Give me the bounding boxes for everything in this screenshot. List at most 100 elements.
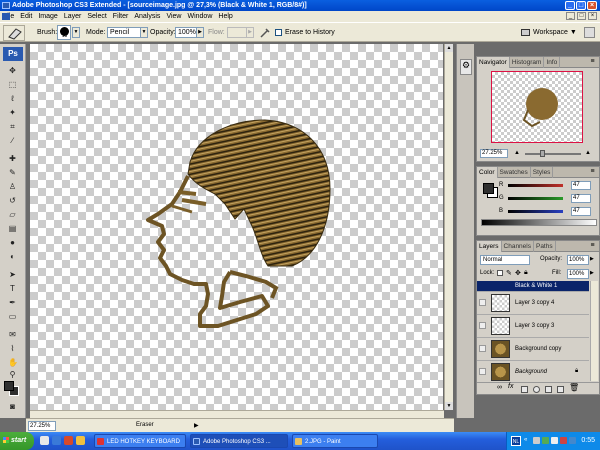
quicklaunch-ie-icon[interactable] bbox=[52, 436, 61, 445]
maximize-button[interactable]: □ bbox=[576, 1, 586, 10]
lock-transparency-icon[interactable] bbox=[497, 270, 503, 276]
color-spectrum-ramp[interactable] bbox=[481, 219, 597, 226]
menu-help[interactable]: Help bbox=[215, 11, 235, 22]
lock-all-icon[interactable]: 🔒︎ bbox=[524, 269, 528, 277]
layer-row-background-copy[interactable]: Background copy bbox=[477, 338, 589, 361]
layer-visibility-toggle[interactable] bbox=[479, 368, 486, 375]
vertical-scrollbar[interactable]: ▲ ▼ bbox=[444, 44, 453, 410]
gradient-tool-icon[interactable]: ▤ bbox=[8, 224, 17, 233]
panel-menu-icon[interactable]: ≡ bbox=[588, 242, 597, 251]
volume-tray-icon[interactable] bbox=[551, 437, 558, 444]
tab-histogram[interactable]: Histogram bbox=[510, 57, 545, 68]
tray-expand-icon[interactable]: « bbox=[524, 437, 527, 443]
adjustment-layer-icon[interactable] bbox=[533, 386, 540, 393]
menu-window[interactable]: Window bbox=[184, 11, 215, 22]
tab-paths[interactable]: Paths bbox=[534, 241, 556, 252]
brush-dropdown-arrow[interactable]: ▼ bbox=[72, 27, 80, 38]
mode-dropdown-arrow[interactable]: ▼ bbox=[140, 27, 148, 38]
minimize-button[interactable]: _ bbox=[565, 1, 575, 10]
menu-image[interactable]: Image bbox=[35, 11, 60, 22]
foreground-color-swatch[interactable] bbox=[4, 381, 14, 391]
dodge-tool-icon[interactable]: ◐ bbox=[8, 252, 17, 261]
tab-swatches[interactable]: Swatches bbox=[498, 167, 531, 178]
slice-tool-icon[interactable]: ∕ bbox=[8, 136, 17, 145]
horizontal-scrollbar[interactable] bbox=[30, 410, 444, 418]
history-brush-tool-icon[interactable]: ↺ bbox=[8, 196, 17, 205]
move-tool-icon[interactable]: ✥ bbox=[8, 66, 17, 75]
scroll-down-arrow[interactable]: ▼ bbox=[445, 402, 453, 410]
fill-input[interactable]: 100% bbox=[567, 269, 589, 279]
document-restore-button[interactable]: □ bbox=[577, 12, 586, 20]
menu-filter[interactable]: Filter bbox=[110, 11, 132, 22]
layer-row-layer-3-copy-3[interactable]: Layer 3 copy 3 bbox=[477, 315, 589, 338]
task-paint[interactable]: 2.JPG - Paint bbox=[292, 434, 378, 448]
menu-view[interactable]: View bbox=[163, 11, 184, 22]
fill-arrow[interactable]: ▶ bbox=[590, 270, 594, 276]
blend-mode-select[interactable]: Normal bbox=[480, 255, 530, 265]
tab-navigator[interactable]: Navigator bbox=[477, 57, 510, 68]
panel-menu-icon[interactable]: ≡ bbox=[588, 168, 597, 177]
color-foreground-swatch[interactable] bbox=[483, 183, 494, 194]
layer-row-background[interactable]: Background 🔒︎ bbox=[477, 361, 589, 381]
tab-channels[interactable]: Channels bbox=[502, 241, 534, 252]
document-canvas[interactable] bbox=[30, 44, 443, 410]
zoom-tool-icon[interactable]: ⚲ bbox=[8, 370, 17, 379]
layers-scrollbar[interactable] bbox=[590, 281, 598, 381]
tool-preset-picker[interactable] bbox=[3, 25, 25, 41]
zoom-out-icon[interactable]: ▲ bbox=[514, 150, 520, 156]
antivirus-tray-icon[interactable] bbox=[560, 437, 567, 444]
layer-opacity-arrow[interactable]: ▶ bbox=[590, 256, 594, 262]
green-slider[interactable] bbox=[508, 197, 563, 200]
path-selection-tool-icon[interactable]: ➤ bbox=[8, 270, 17, 279]
menu-select[interactable]: Select bbox=[84, 11, 109, 22]
layer-row-layer-3-copy-4[interactable]: Layer 3 copy 4 bbox=[477, 292, 589, 315]
new-layer-icon[interactable] bbox=[557, 386, 564, 393]
menu-analysis[interactable]: Analysis bbox=[131, 11, 163, 22]
zoom-level-input[interactable]: 27.25% bbox=[28, 421, 56, 431]
marquee-tool-icon[interactable]: ⬚ bbox=[8, 80, 17, 89]
notes-tool-icon[interactable]: ✉ bbox=[8, 330, 17, 339]
task-photoshop[interactable]: Adobe Photoshop CS3 ... bbox=[190, 434, 288, 448]
tab-styles[interactable]: Styles bbox=[531, 167, 554, 178]
quicklaunch-media-icon[interactable] bbox=[64, 436, 73, 445]
lasso-tool-icon[interactable]: ℓ bbox=[8, 94, 17, 103]
tab-info[interactable]: Info bbox=[544, 57, 561, 68]
language-indicator[interactable]: NL bbox=[511, 436, 521, 446]
layer-mask-icon[interactable] bbox=[521, 386, 528, 393]
shape-tool-icon[interactable]: ▭ bbox=[8, 312, 17, 321]
layer-row-black-white-1[interactable]: Black & White 1 bbox=[477, 281, 589, 292]
panel-menu-icon[interactable]: ≡ bbox=[588, 58, 597, 67]
start-button[interactable]: start bbox=[0, 432, 34, 450]
airbrush-icon[interactable] bbox=[259, 27, 271, 39]
magic-wand-tool-icon[interactable]: ✦ bbox=[8, 108, 17, 117]
layer-visibility-toggle[interactable] bbox=[479, 299, 486, 306]
navigator-preview[interactable] bbox=[491, 71, 583, 143]
security-tray-icon[interactable] bbox=[542, 437, 549, 444]
task-led-hotkey-keyboard[interactable]: LED HOTKEY KEYBOARD bbox=[94, 434, 186, 448]
clone-stamp-tool-icon[interactable]: ♙ bbox=[8, 182, 17, 191]
flow-input[interactable] bbox=[227, 27, 247, 38]
erase-to-history-checkbox[interactable] bbox=[275, 29, 282, 36]
opacity-input[interactable]: 100% bbox=[175, 27, 197, 38]
workspace-button[interactable]: Workspace ▼ bbox=[519, 26, 579, 39]
close-button[interactable]: × bbox=[587, 1, 597, 10]
flow-dropdown-arrow[interactable]: ▶ bbox=[246, 27, 254, 38]
navigator-zoom-slider[interactable] bbox=[525, 153, 581, 155]
layer-visibility-toggle[interactable] bbox=[479, 345, 486, 352]
red-value-input[interactable]: 47 bbox=[571, 181, 591, 190]
layer-style-icon[interactable]: fx bbox=[508, 383, 513, 390]
bluetooth-tray-icon[interactable] bbox=[569, 437, 576, 444]
hand-tool-icon[interactable]: ✋ bbox=[8, 358, 18, 367]
menu-edit[interactable]: Edit bbox=[17, 11, 35, 22]
status-menu-arrow[interactable]: ▶ bbox=[194, 422, 199, 429]
blue-slider[interactable] bbox=[508, 210, 563, 213]
zoom-in-icon[interactable]: ▲ bbox=[585, 150, 591, 156]
link-layers-icon[interactable]: ∞ bbox=[497, 384, 502, 391]
blur-tool-icon[interactable]: ● bbox=[8, 238, 17, 247]
document-minimize-button[interactable]: _ bbox=[566, 12, 575, 20]
opacity-dropdown-arrow[interactable]: ▶ bbox=[196, 27, 204, 38]
new-group-icon[interactable] bbox=[545, 386, 552, 393]
lock-pixels-icon[interactable]: ✎ bbox=[506, 269, 512, 277]
eyedropper-tool-icon[interactable]: ⌇ bbox=[8, 344, 17, 353]
layer-opacity-input[interactable]: 100% bbox=[567, 255, 589, 265]
